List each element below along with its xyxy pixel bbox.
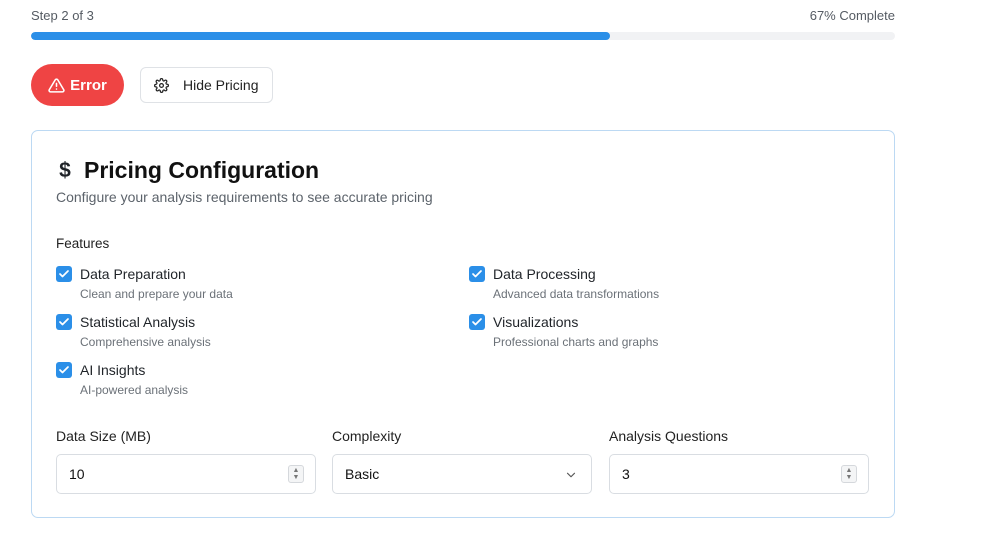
feature-visualizations[interactable]: Visualizations Professional charts and g… [469,313,658,349]
check-icon [59,318,69,326]
check-icon [472,270,482,278]
feature-description: Advanced data transformations [493,287,660,301]
check-icon [59,270,69,278]
error-button-label: Error [70,76,107,94]
checkbox[interactable] [56,266,72,282]
checkbox[interactable] [56,362,72,378]
hide-pricing-label: Hide Pricing [183,77,259,93]
alert-triangle-icon [48,77,65,93]
complexity-label: Complexity [332,428,402,444]
gear-icon [154,77,169,93]
stepper-down-icon[interactable]: ▼ [846,474,853,481]
check-icon [472,318,482,326]
feature-title: Statistical Analysis [80,314,196,330]
feature-ai-insights[interactable]: AI Insights AI-powered analysis [56,361,188,397]
analysis-questions-input[interactable]: 3 ▲ ▼ [609,454,869,494]
data-size-input[interactable]: 10 ▲ ▼ [56,454,316,494]
stepper-down-icon[interactable]: ▼ [293,474,300,481]
checkbox[interactable] [56,314,72,330]
feature-title: Data Preparation [80,266,186,282]
checkbox[interactable] [469,314,485,330]
number-stepper[interactable]: ▲ ▼ [288,465,304,483]
dollar-icon: $ [59,158,71,182]
feature-title: Visualizations [493,314,579,330]
feature-statistical-analysis[interactable]: Statistical Analysis Comprehensive analy… [56,313,211,349]
card-title: Pricing Configuration [84,157,320,183]
stepper-up-icon[interactable]: ▲ [293,467,300,474]
feature-data-preparation[interactable]: Data Preparation Clean and prepare your … [56,265,233,301]
data-size-label: Data Size (MB) [56,428,151,444]
progress-percent: 67% Complete [809,8,895,23]
pricing-configuration-card: $ Pricing Configuration Configure your a… [31,130,895,518]
check-icon [59,366,69,374]
checkbox[interactable] [469,266,485,282]
feature-description: Clean and prepare your data [80,287,233,301]
chevron-down-icon [566,472,576,478]
feature-description: Comprehensive analysis [80,335,211,349]
hide-pricing-button[interactable]: Hide Pricing [140,67,273,103]
complexity-value: Basic [345,466,380,482]
feature-title: Data Processing [493,266,596,282]
analysis-questions-label: Analysis Questions [609,428,729,444]
features-label: Features [56,236,110,251]
card-title-row: $ Pricing Configuration [56,157,319,184]
analysis-questions-value: 3 [622,466,630,482]
feature-description: AI-powered analysis [80,383,189,397]
stepper-up-icon[interactable]: ▲ [846,467,853,474]
feature-title: AI Insights [80,362,146,378]
number-stepper[interactable]: ▲ ▼ [841,465,857,483]
progress-fill [31,32,610,40]
card-subtitle: Configure your analysis requirements to … [56,189,433,205]
step-indicator: Step 2 of 3 [31,8,94,23]
complexity-select[interactable]: Basic [332,454,592,494]
error-button[interactable]: Error [31,64,124,106]
feature-data-processing[interactable]: Data Processing Advanced data transforma… [469,265,659,301]
progress-bar [31,32,895,40]
feature-description: Professional charts and graphs [493,335,659,349]
progress-header: Step 2 of 3 67% Complete [31,8,895,24]
data-size-value: 10 [69,466,85,482]
